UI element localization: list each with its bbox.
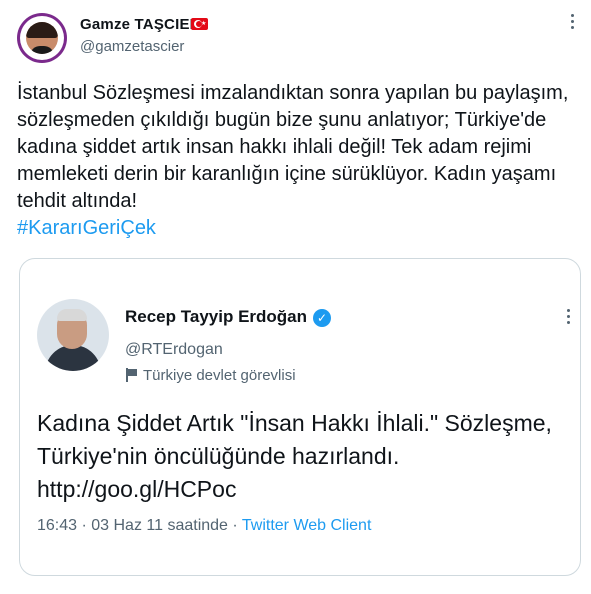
turkey-flag-icon: ★	[191, 18, 208, 30]
government-label-text: Türkiye devlet görevlisi	[143, 367, 296, 384]
tweet-text: İstanbul Sözleşmesi imzalandıktan sonra …	[17, 80, 577, 242]
quoted-author-avatar[interactable]	[37, 299, 109, 371]
quoted-tweet-client[interactable]: Twitter Web Client	[242, 517, 372, 534]
hashtag-link[interactable]: #KararıGeriÇek	[17, 217, 156, 239]
more-icon[interactable]	[558, 309, 578, 329]
tweet-body: İstanbul Sözleşmesi imzalandıktan sonra …	[17, 82, 569, 212]
author-avatar[interactable]	[17, 13, 67, 63]
verified-icon: ✓	[313, 309, 331, 327]
flag-icon	[125, 368, 137, 382]
quoted-author-handle[interactable]: @RTErdogan	[125, 341, 223, 359]
quoted-tweet-time[interactable]: 16:43 · 03 Haz 11 saatinde ·	[37, 517, 242, 534]
quoted-tweet-meta: 16:43 · 03 Haz 11 saatinde · Twitter Web…	[37, 517, 371, 535]
more-icon[interactable]	[562, 14, 582, 34]
government-label: Türkiye devlet görevlisi	[125, 367, 296, 384]
quoted-tweet-text: Kadına Şiddet Artık "İnsan Hakkı İhlali.…	[37, 410, 552, 502]
author-name[interactable]: Gamze TAŞCIER	[80, 16, 201, 33]
author-handle[interactable]: @gamzetascier	[80, 38, 184, 55]
quoted-author-name[interactable]: Recep Tayyip Erdoğan	[125, 307, 307, 327]
tweet: Gamze TAŞCIER ★ @gamzetascier İstanbul S…	[0, 0, 591, 594]
quoted-tweet[interactable]: Recep Tayyip Erdoğan ✓ @RTErdogan Türkiy…	[19, 258, 581, 576]
